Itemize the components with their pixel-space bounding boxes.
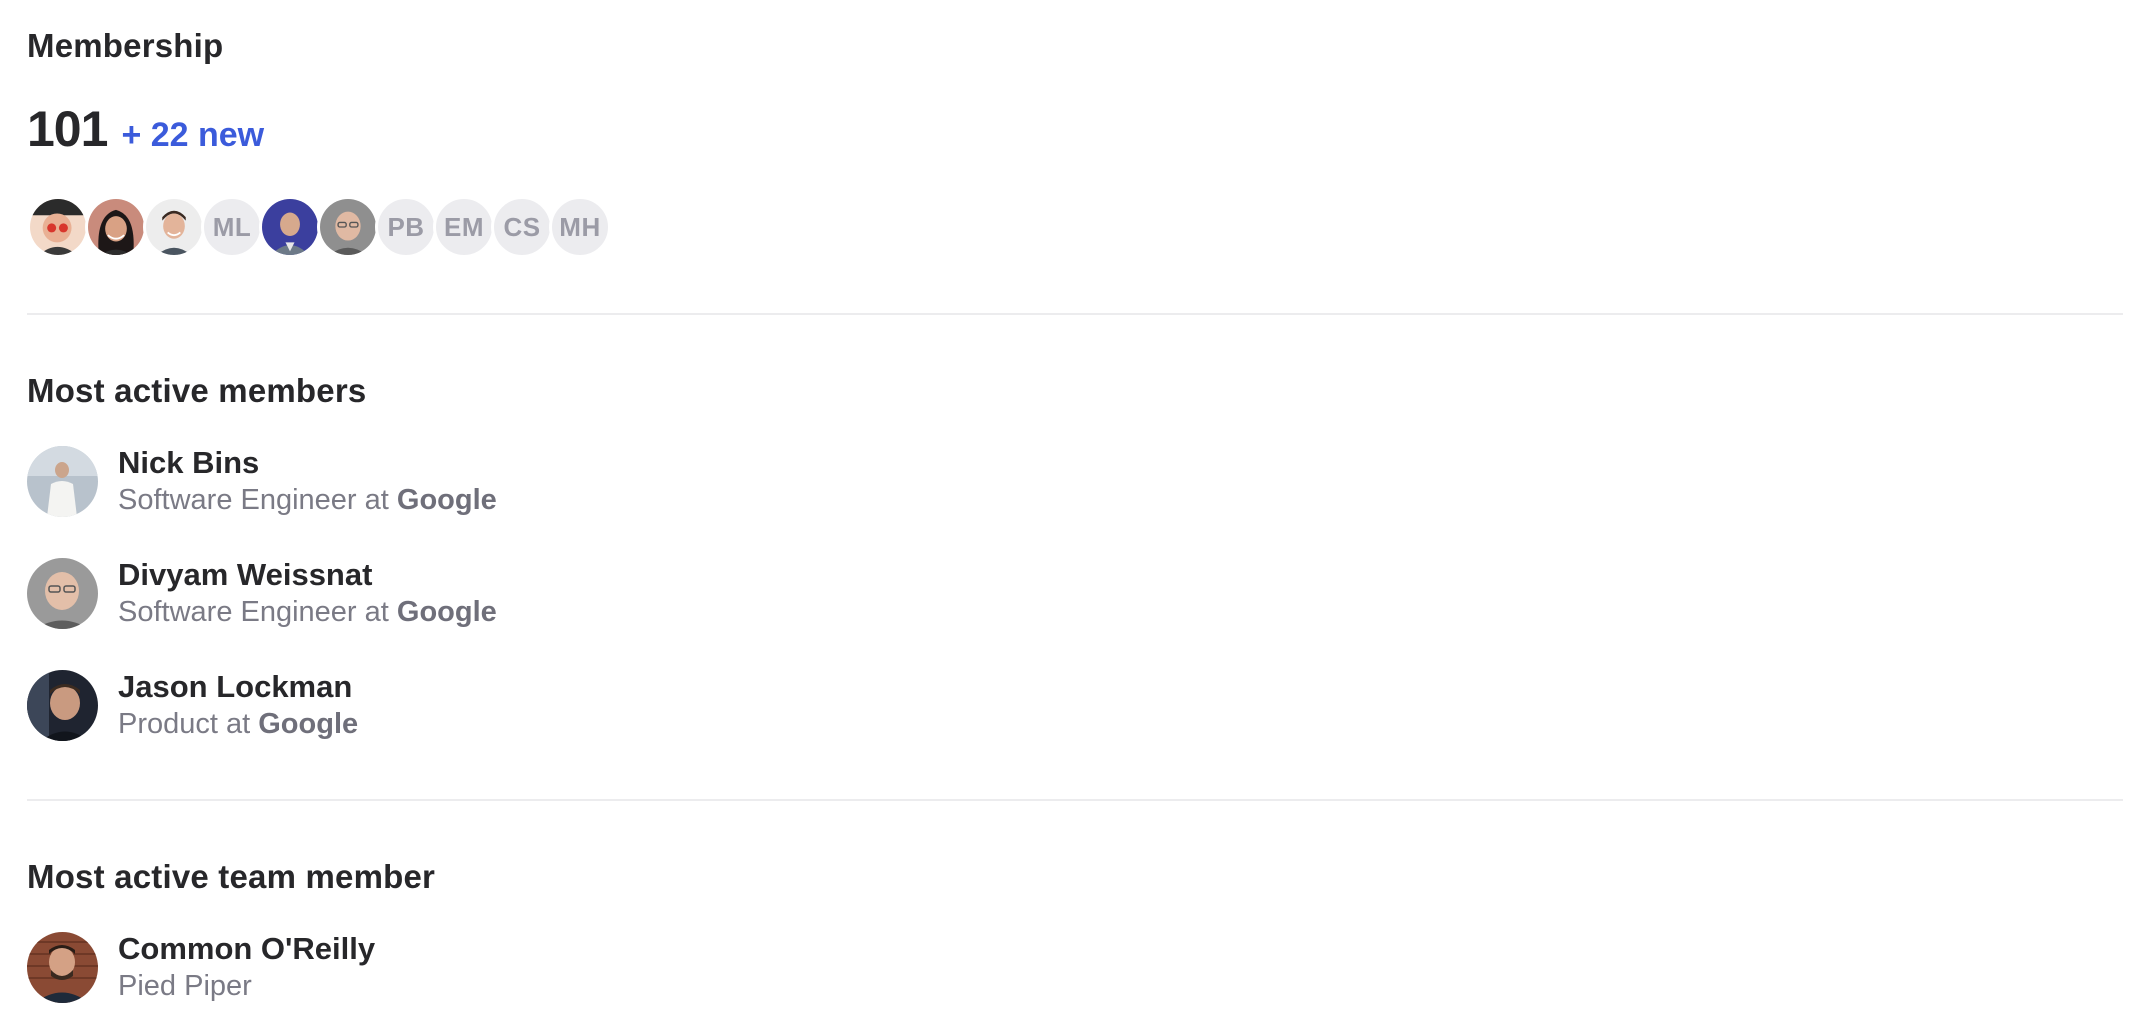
member-count: 101: [27, 101, 108, 157]
membership-title: Membership: [27, 27, 224, 64]
role-text: Product at: [118, 708, 251, 740]
jason-lockman-photo-icon: [27, 669, 98, 741]
avatar[interactable]: [143, 196, 205, 258]
common-oreilly-photo-icon: [27, 931, 98, 1003]
avatar-initials[interactable]: MH: [549, 196, 611, 258]
avatar-initials[interactable]: ML: [201, 196, 263, 258]
most-active-team-member-title: Most active team member: [27, 858, 436, 895]
member-photo-2-icon: [88, 199, 144, 255]
company-name: Google: [258, 708, 359, 740]
member-avatar-stack: ML PB EM CS MH: [27, 196, 611, 258]
member-info: Jason Lockman Product at Google: [118, 668, 358, 742]
most-active-members-title: Most active members: [27, 372, 367, 409]
member-photo-3-icon: [146, 199, 202, 255]
member-photo-4-icon: [262, 199, 318, 255]
avatar: [27, 669, 98, 741]
member-name[interactable]: Common O'Reilly: [118, 930, 375, 968]
section-divider: [27, 313, 2123, 315]
avatar[interactable]: [259, 196, 321, 258]
avatar[interactable]: [317, 196, 379, 258]
avatar[interactable]: [27, 196, 89, 258]
role-text: Software Engineer at: [118, 596, 389, 628]
company-name: Google: [396, 596, 497, 628]
member-info: Divyam Weissnat Software Engineer at Goo…: [118, 556, 497, 630]
list-item[interactable]: Jason Lockman Product at Google: [27, 668, 358, 742]
member-role: Software Engineer at Google: [118, 594, 497, 630]
company-name: Google: [396, 484, 497, 516]
member-photo-5-icon: [320, 199, 376, 255]
list-item[interactable]: Nick Bins Software Engineer at Google: [27, 444, 497, 518]
new-members-link[interactable]: + 22 new: [121, 116, 264, 155]
role-text: Software Engineer at: [118, 484, 389, 516]
avatar: [27, 931, 98, 1003]
avatar: [27, 445, 98, 517]
member-role: Software Engineer at Google: [118, 482, 497, 518]
avatar: [27, 557, 98, 629]
avatar-initials[interactable]: EM: [433, 196, 495, 258]
member-name[interactable]: Nick Bins: [118, 444, 497, 482]
divyam-weissnat-photo-icon: [27, 557, 98, 629]
member-name[interactable]: Divyam Weissnat: [118, 556, 497, 594]
member-name[interactable]: Jason Lockman: [118, 668, 358, 706]
avatar-initials[interactable]: CS: [491, 196, 553, 258]
avatar-initials[interactable]: PB: [375, 196, 437, 258]
list-item[interactable]: Divyam Weissnat Software Engineer at Goo…: [27, 556, 497, 630]
member-info: Common O'Reilly Pied Piper: [118, 930, 375, 1004]
nick-bins-photo-icon: [27, 445, 98, 517]
avatar[interactable]: [85, 196, 147, 258]
section-divider: [27, 799, 2123, 801]
membership-count-row: 101 + 22 new: [27, 100, 264, 158]
list-item[interactable]: Common O'Reilly Pied Piper: [27, 930, 375, 1004]
member-org: Pied Piper: [118, 970, 252, 1002]
member-info: Nick Bins Software Engineer at Google: [118, 444, 497, 518]
member-photo-1-icon: [30, 199, 86, 255]
member-role: Product at Google: [118, 706, 358, 742]
